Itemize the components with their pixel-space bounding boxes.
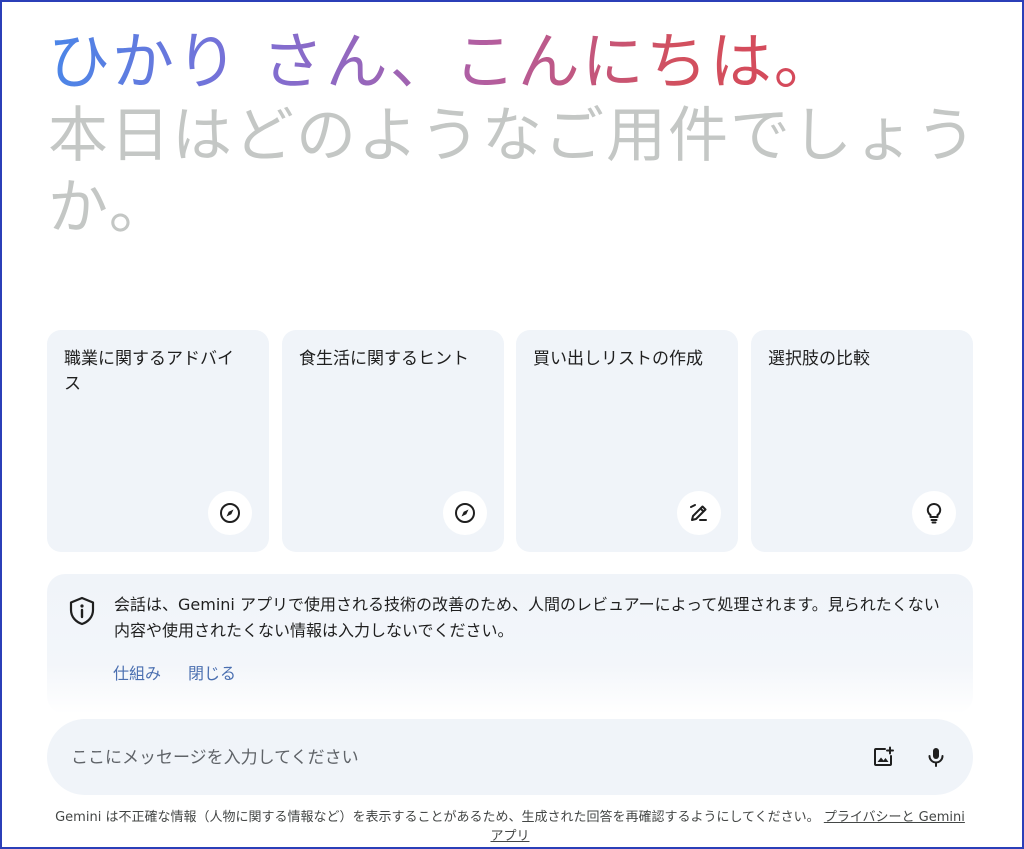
card-label: 食生活に関するヒント <box>299 349 469 369</box>
message-input-bar <box>47 719 973 795</box>
how-it-works-link[interactable]: 仕組み <box>113 662 161 686</box>
suggestion-cards: 職業に関するアドバイス 食生活に関するヒント 買い出しリストの作成 選択肢の比較 <box>47 330 973 552</box>
microphone-icon <box>928 748 944 767</box>
add-image-button[interactable] <box>866 740 900 774</box>
privacy-notice: 会話は、Gemini アプリで使用される技術の改善のため、人間のレビュアーによっ… <box>47 574 973 714</box>
compass-icon <box>208 491 252 535</box>
privacy-notice-text: 会話は、Gemini アプリで使用される技術の改善のため、人間のレビュアーによっ… <box>114 595 940 640</box>
add-image-icon <box>874 746 894 766</box>
suggestion-card-compare[interactable]: 選択肢の比較 <box>751 330 973 552</box>
close-notice-link[interactable]: 閉じる <box>188 662 236 686</box>
lightbulb-icon <box>912 491 956 535</box>
pen-edit-icon <box>677 491 721 535</box>
greeting-title: ひかり さん、こんにちは。 <box>48 26 978 98</box>
message-input[interactable] <box>69 737 833 779</box>
footer-disclaimer: Gemini は不正確な情報（人物に関する情報など）を表示することがあるため、生… <box>48 808 972 846</box>
compass-icon <box>443 491 487 535</box>
microphone-button[interactable] <box>919 740 953 774</box>
suggestion-card-diet[interactable]: 食生活に関するヒント <box>282 330 504 552</box>
footer-text: Gemini は不正確な情報（人物に関する情報など）を表示することがあるため、生… <box>55 810 820 825</box>
shield-info-icon <box>68 596 96 626</box>
card-label: 買い出しリストの作成 <box>533 349 703 369</box>
suggestion-card-career[interactable]: 職業に関するアドバイス <box>47 330 269 552</box>
card-label: 職業に関するアドバイス <box>64 349 234 394</box>
greeting-subtitle: 本日はどのようなご用件でしょうか。 <box>48 101 978 243</box>
card-label: 選択肢の比較 <box>768 349 870 369</box>
suggestion-card-shopping[interactable]: 買い出しリストの作成 <box>516 330 738 552</box>
greeting-name-hello: ひかり さん、こんにちは。 <box>48 25 838 98</box>
